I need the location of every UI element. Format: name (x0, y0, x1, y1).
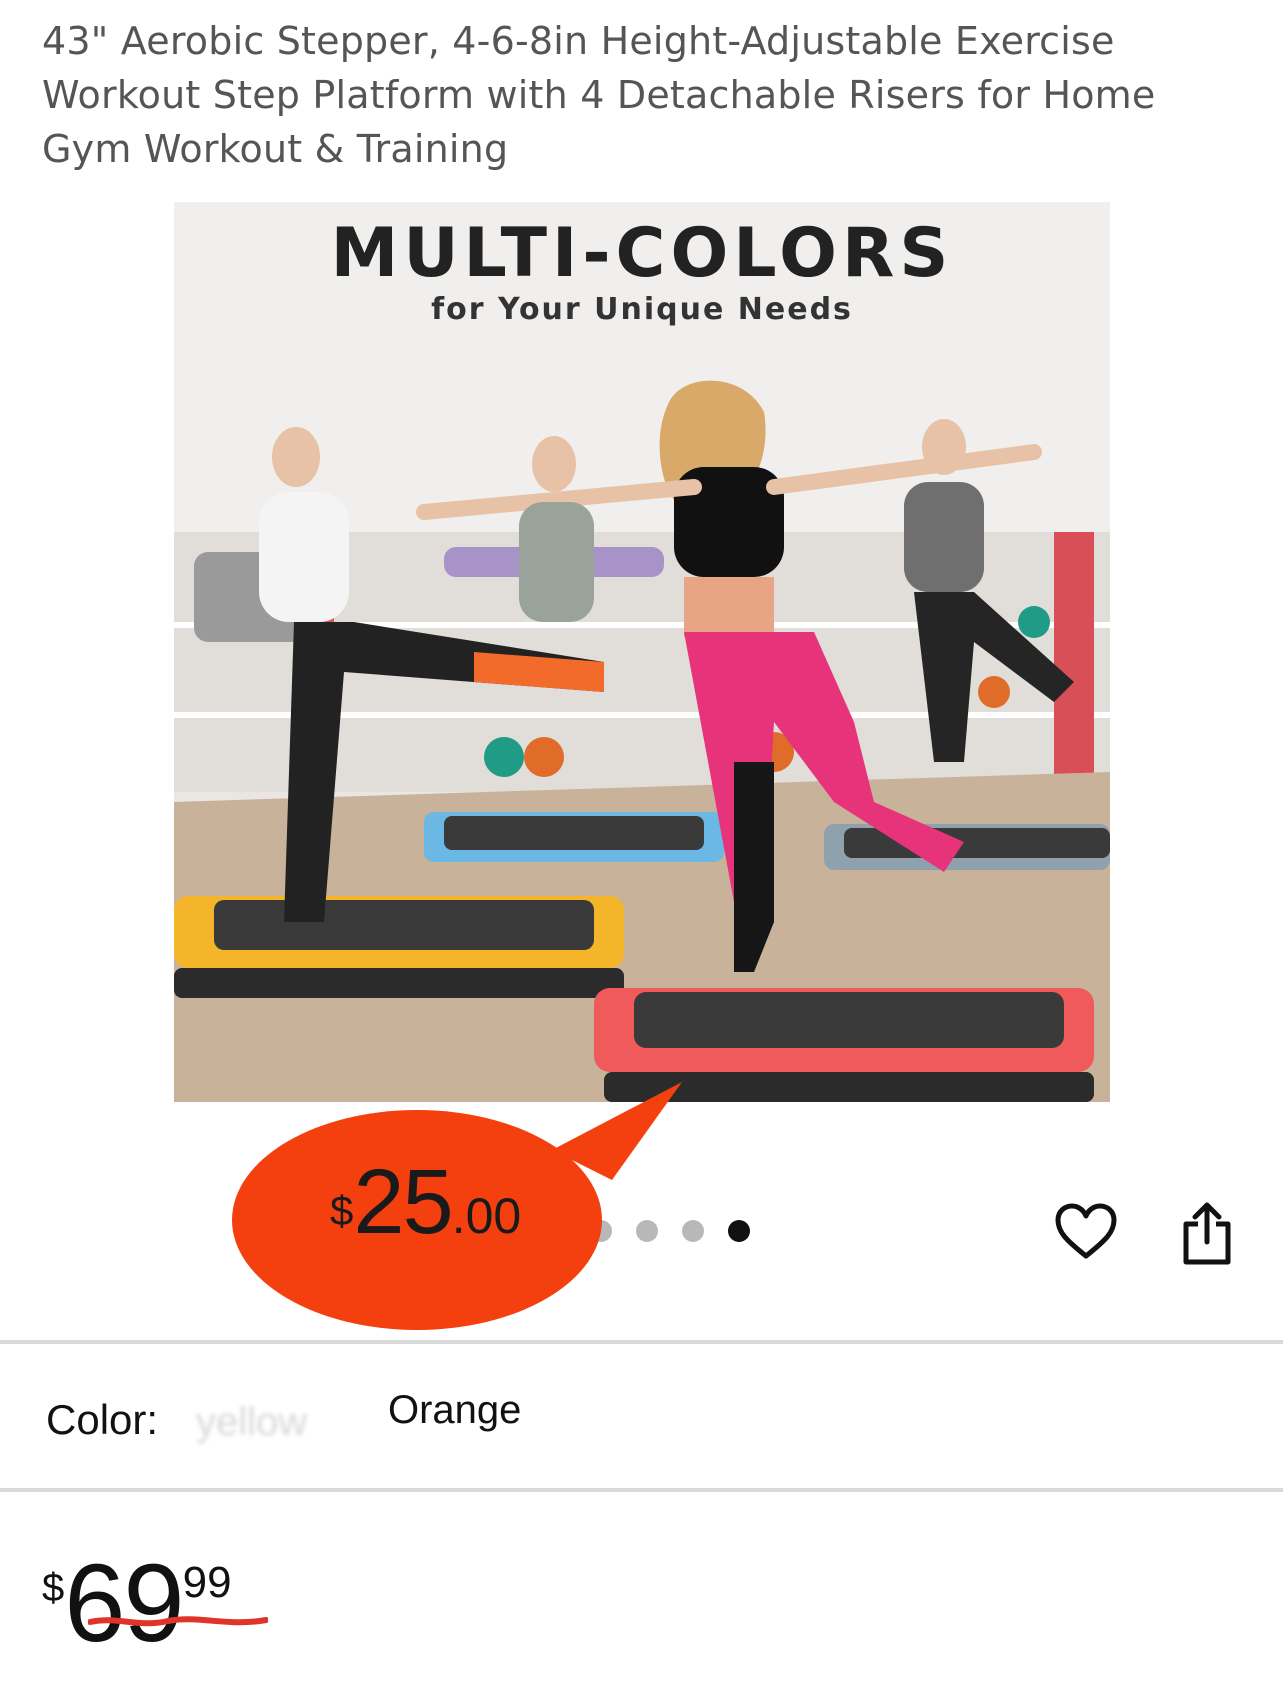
sale-price-currency: $ (330, 1187, 354, 1234)
color-label: Color: (46, 1396, 159, 1443)
color-obscured-value: yellow (196, 1400, 308, 1444)
price-whole: 69 (64, 1542, 184, 1665)
color-selector[interactable]: Color: yellow Orange (46, 1388, 521, 1444)
color-value: Orange (388, 1388, 522, 1432)
product-image[interactable]: MULTI-COLORS for Your Unique Needs (174, 202, 1110, 1102)
product-title: 43" Aerobic Stepper, 4-6-8in Height-Adju… (42, 19, 1156, 171)
image-headline: MULTI-COLORS (330, 214, 954, 293)
product-price: $6999 (42, 1540, 232, 1667)
section-divider (0, 1340, 1283, 1344)
sale-price-cents: .00 (451, 1188, 522, 1244)
share-button[interactable] (1180, 1200, 1234, 1266)
price-cents: 99 (182, 1558, 232, 1607)
sale-price: $25.00 (330, 1150, 521, 1255)
price-strikethrough (88, 1616, 268, 1627)
product-photo (174, 202, 1110, 1102)
price-currency: $ (42, 1566, 65, 1610)
heart-icon (1055, 1203, 1117, 1259)
image-subhead: for Your Unique Needs (431, 292, 853, 327)
share-icon (1183, 1202, 1231, 1265)
favorite-button[interactable] (1054, 1202, 1118, 1262)
section-divider (0, 1488, 1283, 1492)
sale-price-whole: 25 (353, 1151, 453, 1253)
